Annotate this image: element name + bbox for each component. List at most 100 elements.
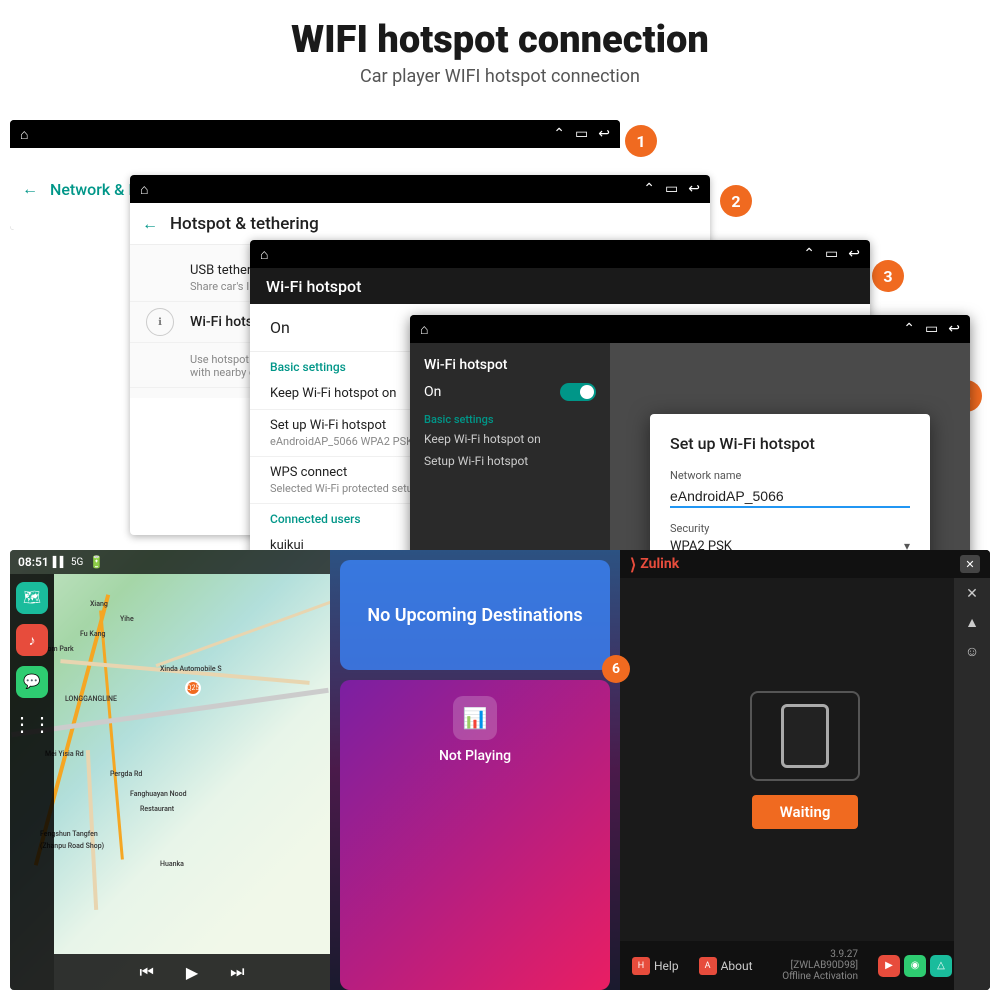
zulink-logo: ⟩ Zulink	[630, 555, 679, 574]
zulink-name: Zulink	[640, 556, 679, 572]
not-playing-label: Not Playing	[439, 748, 511, 764]
screen3-title: Wi-Fi hotspot	[266, 277, 361, 296]
about-label: About	[721, 959, 753, 973]
back-arrow-icon[interactable]: ←	[22, 179, 38, 199]
wifi-hotspot-icon: ℹ	[146, 308, 174, 336]
zulink-close-button[interactable]: ✕	[960, 555, 980, 573]
topbar-right-3: ⌃ ▭ ↩	[803, 246, 860, 262]
map-label-2: Yihe	[120, 615, 134, 623]
recents-icon-3: ⌃	[803, 246, 815, 262]
zulink-section: ⟩ Zulink ✕ Waiting H Help A	[620, 550, 990, 990]
network-type: 5G	[71, 557, 83, 568]
map-label-xinda: Xinda Automobile S	[160, 665, 222, 673]
screen4-wifi-label: Wi-Fi hotspot	[424, 357, 596, 373]
home-icon: ⌂	[20, 126, 28, 143]
maps-app-icon[interactable]: 🗺	[16, 582, 48, 614]
play-button[interactable]: ▶	[186, 963, 198, 982]
version-info: 3.9.27 [ZWLAB90D98] Offline Activation	[782, 949, 858, 982]
topbar-right-4: ⌃ ▭ ↩	[903, 321, 960, 337]
square-icon: ▭	[575, 126, 588, 142]
carplay-playback-bar: ⏮ ▶ ⏭	[54, 954, 330, 990]
screen4-on-label: On	[424, 384, 441, 400]
screen4-basic-label: Basic settings	[424, 413, 596, 426]
no-destinations-text: No Upcoming Destinations	[367, 605, 582, 626]
zulink-right-panel: ✕ ▲ ☺	[954, 578, 990, 990]
music-app-icon[interactable]: ♪	[16, 624, 48, 656]
help-icon: H	[632, 957, 650, 975]
panel-close-button[interactable]: ✕	[966, 586, 978, 602]
screen5-carplay-zulink: Xiang Yihe Fu Kang sdom Park Xinda Autom…	[10, 550, 990, 990]
home-icon-2: ⌂	[140, 181, 148, 198]
network-name-label: Network name	[670, 469, 910, 482]
messages-app-icon[interactable]: 💬	[16, 666, 48, 698]
music-card: 📊 Not Playing	[340, 680, 610, 990]
screen2-title: Hotspot & tethering	[170, 214, 319, 234]
about-icon: A	[699, 957, 717, 975]
back-arrow-2[interactable]: ←	[142, 214, 158, 234]
apps-icon[interactable]: ⋮⋮	[16, 708, 48, 740]
topbar-left-3: ⌂	[260, 246, 268, 263]
screen2-header: ← Hotspot & tethering	[130, 203, 710, 245]
back-icon: ↩	[598, 126, 610, 142]
waiting-button[interactable]: Waiting	[752, 795, 859, 829]
screen4-keep-on: Keep Wi-Fi hotspot on	[424, 432, 596, 446]
recents-icon-4: ⌃	[903, 321, 915, 337]
bottom-icon-red[interactable]: ▶	[878, 955, 900, 977]
page-title: WIFI hotspot connection	[0, 18, 1000, 62]
screen4-topbar: ⌂ ⌃ ▭ ↩	[410, 315, 970, 343]
help-button[interactable]: H Help	[632, 957, 679, 975]
home-icon-4: ⌂	[420, 321, 428, 338]
bottom-icon-green[interactable]: ◉	[904, 955, 926, 977]
map-label-3: Fu Kang	[80, 630, 105, 638]
page-subtitle: Car player WIFI hotspot connection	[0, 66, 1000, 87]
phone-icon-box	[750, 691, 860, 781]
step-badge-6: 6	[602, 655, 630, 683]
screen2-topbar: ⌂ ⌃ ▭ ↩	[130, 175, 710, 203]
screen4-toggle[interactable]	[560, 383, 596, 401]
screenshots-area: 1 ⌂ ⌃ ▭ ↩ ← Network & Internet ⋮ 2 ⌂	[10, 120, 990, 990]
step-badge-2: 2	[720, 185, 752, 217]
fastforward-button[interactable]: ⏭	[230, 962, 244, 982]
recents-icon-2: ⌃	[643, 181, 655, 197]
rewind-button[interactable]: ⏮	[139, 962, 153, 982]
help-label: Help	[654, 959, 679, 973]
topbar-left-2: ⌂	[140, 181, 148, 198]
carplay-map-section: Xiang Yihe Fu Kang sdom Park Xinda Autom…	[10, 550, 330, 990]
status-time: 08:51	[18, 555, 49, 569]
topbar-right: ⌃ ▭ ↩	[553, 126, 610, 142]
step-badge-3: 3	[872, 260, 904, 292]
map-background: Xiang Yihe Fu Kang sdom Park Xinda Autom…	[10, 550, 330, 990]
zulink-topbar: ⟩ Zulink ✕	[620, 550, 990, 578]
carplay-sidebar: 🗺 ♪ 💬 ⋮⋮	[10, 574, 54, 990]
panel-smile-icon[interactable]: ☺	[965, 643, 979, 660]
battery-icon: 🔋	[89, 555, 104, 569]
grid-icon: ⋮⋮	[12, 712, 52, 736]
panel-arrow-up-icon[interactable]: ▲	[965, 614, 979, 631]
about-button[interactable]: A About	[699, 957, 753, 975]
back-icon-3: ↩	[848, 246, 860, 262]
zulink-arrow-icon: ⟩	[630, 555, 636, 574]
map-label-longgang: LONGGANGLINE	[65, 695, 117, 703]
screen4-setup: Setup Wi-Fi hotspot	[424, 454, 596, 468]
screen4-on-row: On	[424, 383, 596, 401]
square-icon-4: ▭	[925, 321, 938, 337]
carplay-content-section: No Upcoming Destinations 📊 Not Playing 6	[330, 550, 620, 990]
page-header: WIFI hotspot connection Car player WIFI …	[0, 0, 1000, 97]
signal-icon: ▌▌	[53, 557, 67, 568]
map-label-fangh: Fanghuayan Nood	[130, 790, 187, 798]
zulink-body: Waiting	[620, 578, 990, 941]
on-label: On	[270, 318, 290, 337]
map-label-huanka: Huanka	[160, 860, 184, 868]
screen3-title-bar: Wi-Fi hotspot	[250, 268, 870, 304]
phone-icon	[781, 704, 829, 768]
security-label: Security	[670, 522, 910, 535]
carplay-statusbar: 08:51 ▌▌ 5G 🔋	[10, 550, 330, 574]
home-icon-3: ⌂	[260, 246, 268, 263]
network-name-input[interactable]	[670, 486, 910, 508]
square-icon-2: ▭	[665, 181, 678, 197]
topbar-left: ⌂	[20, 126, 28, 143]
back-icon-4: ↩	[948, 321, 960, 337]
back-icon-2: ↩	[688, 181, 700, 197]
bottom-icon-map1[interactable]: △	[930, 955, 952, 977]
zulink-bottom-bar: H Help A About 3.9.27 [ZWLAB90D98] Offli…	[620, 941, 990, 990]
